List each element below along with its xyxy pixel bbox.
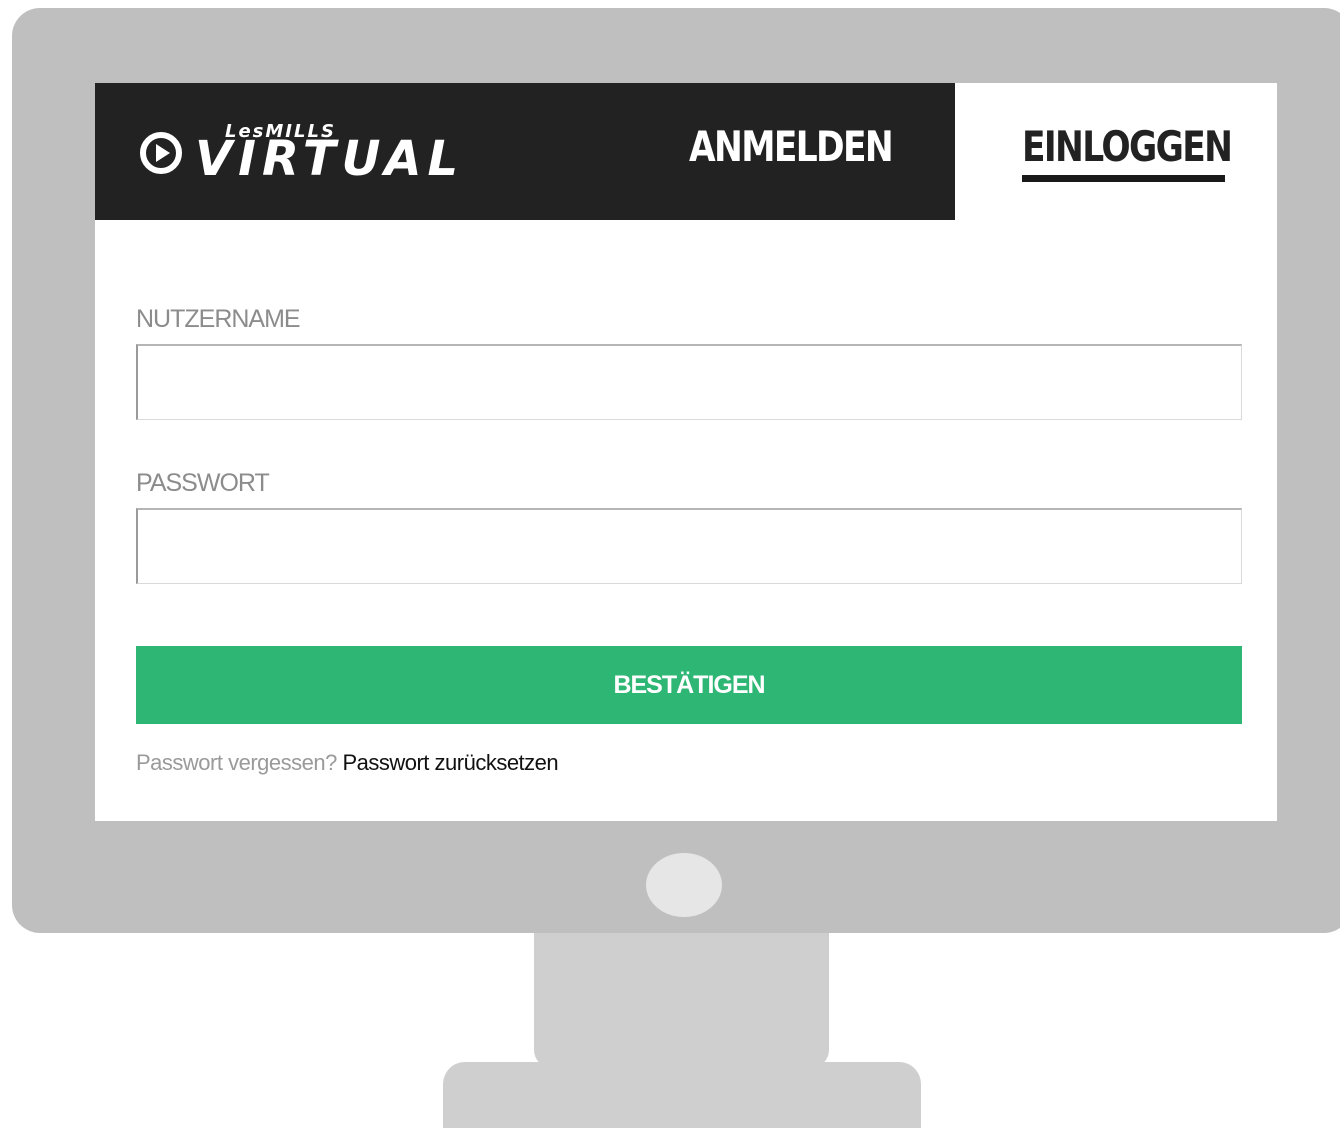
- monitor-logo-dot: [646, 853, 722, 917]
- reset-password-link[interactable]: Passwort zurücksetzen: [342, 750, 558, 775]
- lesmills-virtual-logo: LesMILLS VIRTUAL: [139, 121, 579, 191]
- active-tab-indicator: [1022, 175, 1225, 182]
- forgot-password-text: Passwort vergessen?: [136, 750, 343, 775]
- monitor-frame: LesMILLS VIRTUAL ANMELDEN EINLOGGEN NUTZ…: [12, 8, 1340, 933]
- username-label: NUTZERNAME: [136, 305, 301, 333]
- forgot-password-row: Passwort vergessen? Passwort zurücksetze…: [136, 750, 559, 776]
- monitor-stand-base: [443, 1062, 921, 1128]
- tab-einloggen[interactable]: EINLOGGEN: [1022, 121, 1233, 173]
- play-circle-icon: [140, 132, 182, 174]
- monitor-stand-neck: [534, 933, 829, 1068]
- screen: LesMILLS VIRTUAL ANMELDEN EINLOGGEN NUTZ…: [95, 83, 1277, 821]
- logo-brand-big: VIRTUAL: [195, 131, 465, 187]
- tab-anmelden[interactable]: ANMELDEN: [689, 121, 894, 173]
- username-field[interactable]: [136, 344, 1242, 420]
- password-label: PASSWORT: [136, 469, 270, 497]
- submit-button[interactable]: BESTÄTIGEN: [136, 646, 1242, 724]
- password-field[interactable]: [136, 508, 1242, 584]
